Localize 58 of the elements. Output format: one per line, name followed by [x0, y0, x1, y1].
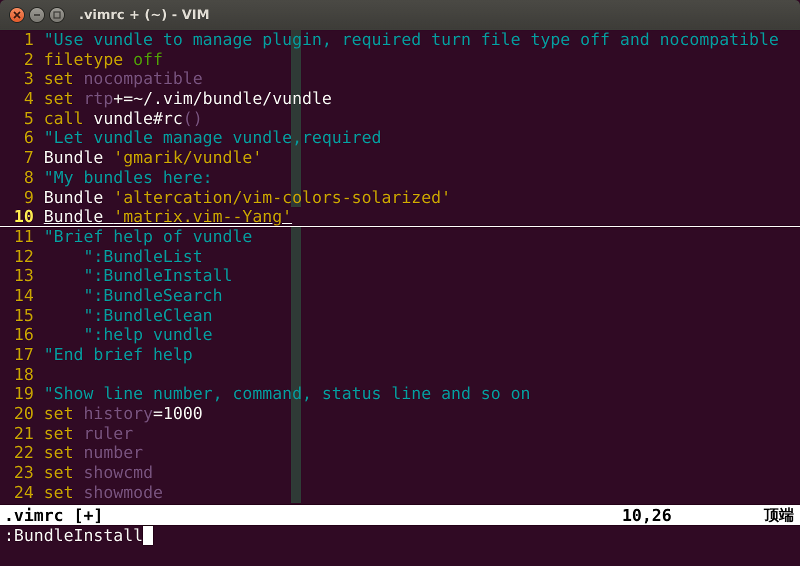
code-line: "End brief help [44, 345, 193, 365]
code-line: "Let vundle manage vundle,required [44, 128, 382, 148]
line-number: 21 [12, 424, 34, 444]
line-number: 14 [12, 286, 34, 306]
minimize-button[interactable] [29, 7, 45, 23]
line-number: 13 [12, 266, 34, 286]
code-line: "Brief help of vundle [44, 226, 252, 247]
code-line: Bundle 'matrix.vim--Yang' [44, 207, 292, 226]
code-line: "Use vundle to manage plugin, required turn file type off and nocompatible [44, 30, 779, 50]
line-number: 10 [12, 207, 34, 226]
line-number: 23 [12, 463, 34, 483]
line-number: 15 [12, 306, 34, 326]
close-icon [13, 11, 21, 19]
line-number: 11 [12, 226, 34, 247]
code-line: Bundle 'gmarik/vundle' [44, 148, 262, 168]
code-line: "Show line number, command, status line and so on [44, 384, 530, 404]
line-number: 3 [22, 69, 34, 90]
line-number: 5 [22, 108, 34, 128]
line-number: 24 [12, 482, 34, 502]
code-line: set ruler [44, 424, 134, 444]
line-number: 4 [22, 89, 34, 109]
line-number: 2 [22, 50, 34, 70]
close-button[interactable] [9, 7, 25, 23]
line-number: 9 [22, 188, 34, 208]
line-number: 18 [12, 364, 34, 384]
line-number: 17 [12, 345, 34, 365]
code-line: ":BundleInstall [82, 266, 232, 286]
line-number: 16 [12, 325, 34, 345]
line-number: 1 [22, 30, 34, 50]
line-number: 19 [12, 384, 34, 404]
line-number: 6 [22, 128, 34, 148]
cursor-position: 10,26 [622, 506, 673, 524]
code-line: set showcmd [44, 463, 154, 483]
code-line: set number [44, 443, 144, 464]
line-number: 12 [12, 246, 34, 266]
code-line: set history=1000 [44, 404, 203, 424]
code-line: Bundle 'altercation/vim-colors-solarized' [44, 188, 452, 208]
code-line: filetype off [44, 50, 163, 70]
line-number: 20 [12, 404, 34, 424]
code-line: call vundle#rc() [44, 108, 203, 128]
maximize-button[interactable] [49, 7, 65, 23]
code-line: set rtp+=~/.vim/bundle/vundle [44, 89, 332, 109]
scroll-position: 顶端 [764, 506, 795, 524]
command-input[interactable]: :BundleInstall [4, 526, 144, 544]
maximize-icon [53, 11, 61, 19]
window-title: .vimrc + (~) - VIM [79, 8, 210, 22]
line-number: 8 [22, 168, 34, 188]
code-line: ":BundleClean [82, 306, 213, 326]
code-line: ":BundleList [82, 246, 203, 266]
code-line: set showmode [44, 482, 163, 502]
file-name: .vimrc [+] [3, 506, 104, 524]
code-line: "My bundles here: [44, 168, 213, 188]
code-line: ":BundleSearch [82, 286, 223, 306]
line-number: 22 [12, 443, 34, 464]
minimize-icon [33, 11, 41, 19]
line-number: 7 [22, 148, 34, 168]
code-line: set nocompatible [44, 69, 203, 90]
code-line: ":help vundle [82, 325, 213, 345]
